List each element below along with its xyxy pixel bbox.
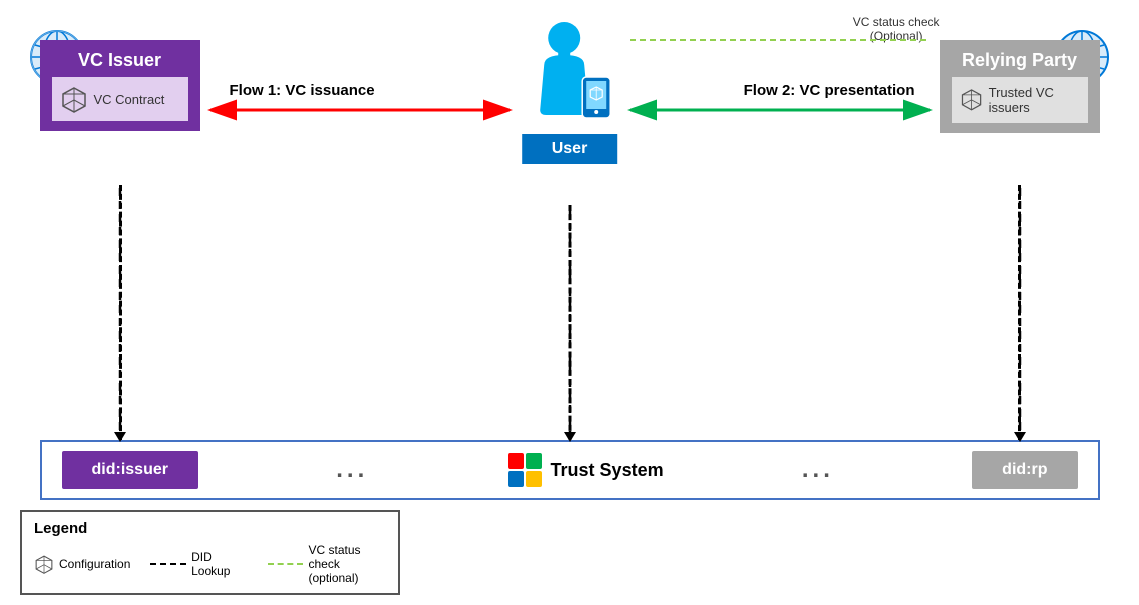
vc-status-optional: (Optional) xyxy=(853,29,940,43)
did-issuer-box: did:issuer xyxy=(62,451,198,489)
legend-vc-status-label: VC status check (optional) xyxy=(308,543,386,585)
cube-icon-issuer xyxy=(60,85,88,113)
relying-party-box: Relying Party Trusted VC issuers xyxy=(940,40,1100,133)
dashed-line-user xyxy=(568,205,571,440)
legend-dashed-line xyxy=(150,563,186,565)
phone-icon xyxy=(580,75,612,120)
vc-contract-label: VC Contract xyxy=(94,92,165,107)
legend-items: Configuration DID Lookup VC status check… xyxy=(34,543,386,585)
dots-right: ... xyxy=(802,456,834,484)
legend-item-vc-status: VC status check (optional) xyxy=(268,543,386,585)
cube-icon-rp xyxy=(960,85,983,113)
legend-title: Legend xyxy=(34,520,386,537)
flow1-label: Flow 1: VC issuance xyxy=(230,82,375,99)
did-rp-box: did:rp xyxy=(972,451,1077,489)
dashed-line-rp xyxy=(1018,185,1021,440)
trust-system-box: did:issuer ... Trust System ... did:rp xyxy=(40,440,1100,500)
user-figure: User xyxy=(522,20,618,164)
legend-config-label: Configuration xyxy=(59,557,130,571)
trust-system-icon xyxy=(507,452,543,488)
vc-status-text: VC status check xyxy=(853,15,940,29)
vc-issuer-title: VC Issuer xyxy=(52,50,188,71)
trusted-vc-area: Trusted VC issuers xyxy=(952,77,1088,123)
flow2-label: Flow 2: VC presentation xyxy=(744,82,915,99)
main-area: VC Issuer VC Contract Relying Party xyxy=(20,10,1120,500)
legend-did-label: DID Lookup xyxy=(191,550,248,578)
legend-item-did: DID Lookup xyxy=(150,550,247,578)
user-label: User xyxy=(522,134,618,164)
diagram-container: VC Issuer VC Contract Relying Party xyxy=(0,0,1139,605)
legend-box: Legend Configuration DID Lookup VC statu… xyxy=(20,510,400,595)
legend-cube-icon xyxy=(34,554,54,574)
trusted-vc-label: Trusted VC issuers xyxy=(989,85,1080,115)
user-icon-group xyxy=(534,20,604,130)
trust-system-label: Trust System xyxy=(551,460,664,481)
legend-dotted-line xyxy=(268,563,304,565)
dots-left: ... xyxy=(336,456,368,484)
legend-item-config: Configuration xyxy=(34,554,130,574)
vc-issuer-box: VC Issuer VC Contract xyxy=(40,40,200,131)
vc-contract-area: VC Contract xyxy=(52,77,188,121)
dashed-line-issuer xyxy=(119,185,122,440)
relying-party-title: Relying Party xyxy=(952,50,1088,71)
trust-system-center: Trust System xyxy=(507,452,664,488)
vc-status-label: VC status check (Optional) xyxy=(853,15,940,43)
